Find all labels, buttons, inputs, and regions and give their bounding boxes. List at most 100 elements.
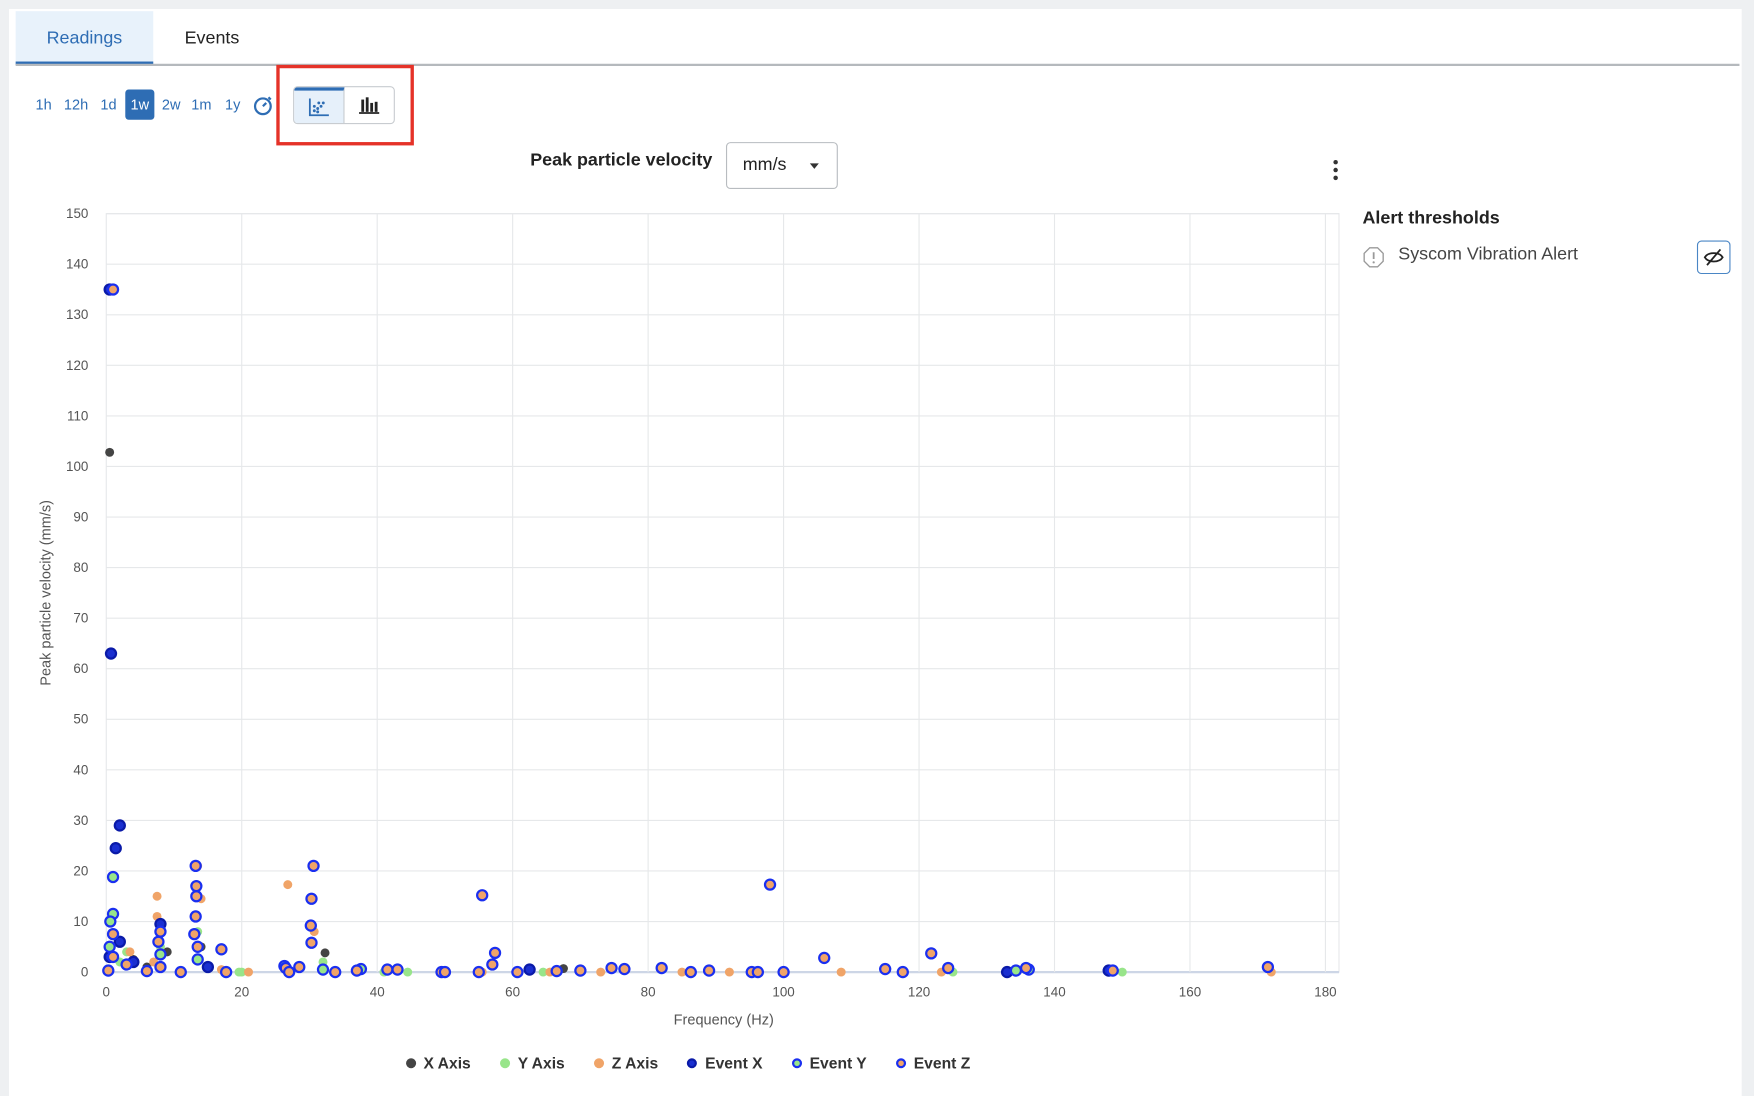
data-point-z-axis (244, 967, 253, 977)
data-point-event-z (381, 963, 394, 976)
y-tick-label: 150 (66, 206, 88, 221)
legend-marker-icon (791, 1057, 802, 1068)
y-tick-label: 50 (73, 712, 88, 727)
data-point-event-z (154, 960, 167, 974)
unit-select[interactable]: mm/s (725, 142, 838, 190)
range-1w[interactable]: 1w (125, 89, 155, 120)
data-point-event-z (174, 965, 187, 979)
data-point-event-y (154, 948, 167, 961)
data-point-event-z (702, 964, 716, 977)
data-point-event-y (103, 940, 116, 953)
y-tick-label: 10 (73, 914, 88, 929)
range-1y[interactable]: 1y (223, 94, 243, 116)
data-point-event-z (305, 892, 318, 905)
alert-label: Syscom Vibration Alert (1398, 244, 1579, 264)
kebab-icon[interactable] (1330, 159, 1341, 185)
tab-divider (15, 63, 1740, 66)
data-point-event-y (104, 915, 117, 928)
y-tick-label: 100 (66, 459, 88, 474)
legend-label: Event X (705, 1053, 763, 1072)
legend-item-event-y[interactable]: Event Y (791, 1053, 867, 1072)
legend-label: X Axis (423, 1053, 471, 1072)
y-tick-label: 110 (67, 408, 88, 423)
data-point-event-z (777, 965, 790, 979)
legend-label: Event Y (809, 1053, 867, 1072)
data-point-event-z (307, 859, 320, 873)
legend-item-y-axis[interactable]: Y Axis (499, 1053, 565, 1072)
data-point-event-z (1106, 964, 1119, 977)
data-point-event-z (1019, 961, 1033, 975)
alert-thresholds-title: Alert thresholds (1362, 209, 1500, 229)
data-point-event-z (120, 958, 133, 971)
x-tick-label: 60 (505, 985, 520, 1000)
caret-down-icon (809, 163, 819, 169)
data-point-event-z (304, 919, 317, 932)
data-point-event-z (215, 943, 228, 956)
data-point-event-z (1261, 960, 1275, 974)
y-tick-label: 130 (66, 307, 88, 322)
data-point-event-y (316, 963, 330, 976)
data-point-event-z (488, 946, 502, 960)
data-point-event-z (879, 962, 892, 976)
x-tick-label: 140 (1043, 985, 1065, 1000)
data-point-event-z (350, 964, 364, 977)
y-tick-label: 30 (73, 813, 88, 828)
legend-marker-icon (593, 1057, 604, 1068)
legend-item-z-axis[interactable]: Z Axis (593, 1053, 659, 1072)
data-point-event-z (763, 878, 777, 891)
x-tick-label: 120 (908, 985, 930, 1000)
data-point-event-z (574, 964, 587, 977)
data-point-event-z (486, 958, 499, 971)
data-point-event-z (191, 940, 204, 953)
data-point-z-axis (152, 891, 162, 901)
data-point-event-z (618, 962, 631, 976)
data-point-event-z (102, 964, 115, 977)
y-tick-label: 20 (73, 863, 88, 878)
data-point-y-axis (403, 967, 413, 977)
data-point-event-x (113, 819, 126, 832)
data-point-event-z (220, 965, 233, 979)
data-point-event-z (438, 965, 452, 979)
x-tick-label: 80 (641, 985, 656, 1000)
data-point-event-z (293, 960, 306, 974)
x-tick-label: 40 (370, 985, 385, 1000)
legend-label: Event Z (913, 1053, 971, 1072)
highlight-box (276, 64, 414, 146)
y-tick-label: 140 (66, 257, 88, 272)
data-point-event-z (751, 965, 765, 979)
legend-item-event-z[interactable]: Event Z (895, 1053, 971, 1072)
data-point-event-z (896, 965, 909, 979)
toggle-alert-visibility-button[interactable] (1696, 240, 1731, 275)
legend-item-x-axis[interactable]: X Axis (405, 1053, 471, 1072)
plot-border (105, 213, 1340, 973)
data-point-event-z (189, 910, 202, 923)
data-point-event-y (106, 870, 120, 884)
x-tick-label: 180 (1314, 985, 1336, 1000)
data-point-event-z (188, 928, 201, 941)
data-point-event-x (109, 842, 122, 855)
data-point-event-x (104, 647, 118, 660)
chart-title: Peak particle velocity (530, 151, 713, 171)
eye-slash-icon (1703, 248, 1724, 266)
data-point-event-y (191, 953, 204, 966)
range-1d[interactable]: 1d (98, 94, 118, 116)
data-point-z-axis (724, 967, 734, 977)
data-point-event-z (818, 951, 831, 965)
data-point-event-z (106, 283, 120, 296)
x-tick-label: 0 (103, 985, 110, 1000)
range-12h[interactable]: 12h (63, 94, 90, 116)
data-point-event-z (190, 879, 203, 893)
legend-label: Y Axis (517, 1053, 565, 1072)
range-2w[interactable]: 2w (160, 94, 182, 116)
tab-events[interactable]: Events (153, 11, 270, 65)
legend-item-event-x[interactable]: Event X (687, 1053, 763, 1072)
stopwatch-icon[interactable] (252, 94, 274, 122)
legend-label: Z Axis (611, 1053, 659, 1072)
y-tick-label: 40 (73, 762, 88, 777)
range-1h[interactable]: 1h (34, 94, 54, 116)
range-1m[interactable]: 1m (190, 94, 212, 116)
y-tick-label: 80 (73, 560, 88, 575)
tab-readings[interactable]: Readings (15, 11, 154, 65)
data-point-event-z (152, 935, 165, 948)
data-point-event-z (106, 928, 120, 941)
